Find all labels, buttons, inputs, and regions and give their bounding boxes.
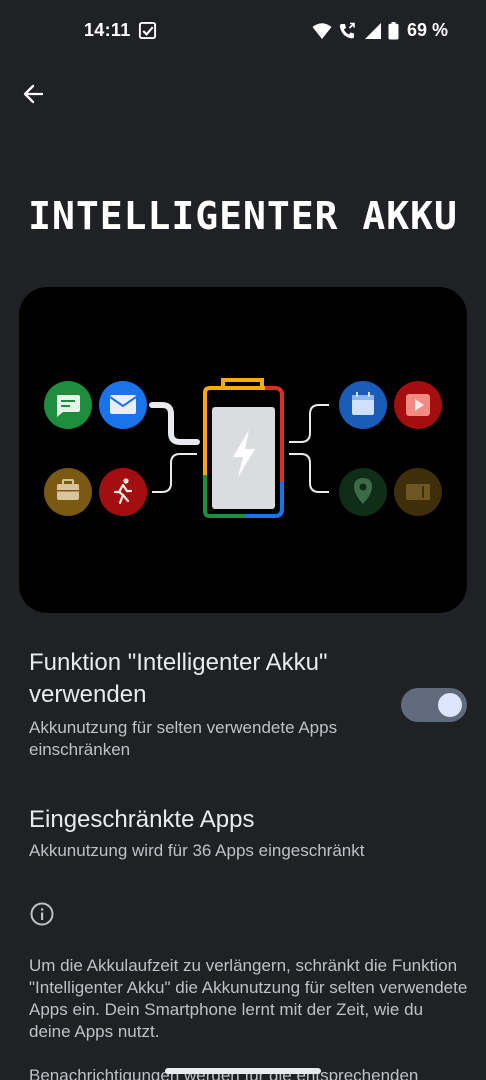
adaptive-battery-summary: Akkunutzung für selten verwendete Apps e…	[29, 718, 338, 759]
cellular-signal-icon	[364, 22, 381, 39]
connector-top-left	[149, 402, 200, 445]
gesture-navigation-bar[interactable]	[165, 1068, 321, 1074]
page-title: INTELLIGENTER AKKU	[28, 194, 458, 238]
arrow-left-icon	[23, 84, 44, 104]
battery-percentage: 69 %	[406, 20, 448, 40]
messages-app-icon	[44, 381, 92, 429]
battery-graphic-icon	[203, 378, 284, 518]
restricted-apps-title: Eingeschränkte Apps	[29, 806, 255, 833]
adaptive-battery-toggle[interactable]	[401, 688, 467, 722]
wifi-icon	[312, 22, 332, 39]
back-button[interactable]	[14, 75, 52, 113]
info-paragraph: Um die Akkulaufzeit zu verlängern, schrä…	[29, 956, 468, 1041]
info-icon	[30, 902, 54, 926]
email-app-icon	[99, 381, 147, 429]
fitness-app-icon	[99, 468, 147, 516]
status-icons: 69 %	[312, 20, 448, 41]
maps-app-icon	[339, 468, 387, 516]
battery-icon	[388, 21, 399, 39]
connector-bottom-left	[152, 453, 197, 493]
restricted-apps-summary: Akkunutzung wird für 36 Apps eingeschrän…	[29, 841, 365, 860]
restricted-apps-setting[interactable]: Eingeschränkte Apps Akkunutzung wird für…	[0, 800, 486, 872]
status-bar: 14:11 69 %	[0, 0, 486, 62]
tv-app-icon	[394, 468, 442, 516]
toggle-knob	[438, 693, 462, 717]
briefcase-app-icon	[44, 468, 92, 516]
video-app-icon	[394, 381, 442, 429]
calendar-app-icon	[339, 381, 387, 429]
adaptive-battery-screen: 14:11 69 % INTELLIGENTER AKKU Funktion "…	[0, 0, 486, 1080]
adaptive-battery-illustration	[19, 287, 467, 613]
wifi-calling-icon	[339, 22, 355, 38]
status-time: 14:11	[84, 20, 131, 40]
adaptive-battery-title: Funktion "Intelligenter Akku" verwenden	[29, 649, 328, 708]
connector-top-right	[289, 404, 329, 443]
connector-bottom-right	[289, 453, 329, 493]
checkbox-notification-icon	[138, 21, 157, 40]
